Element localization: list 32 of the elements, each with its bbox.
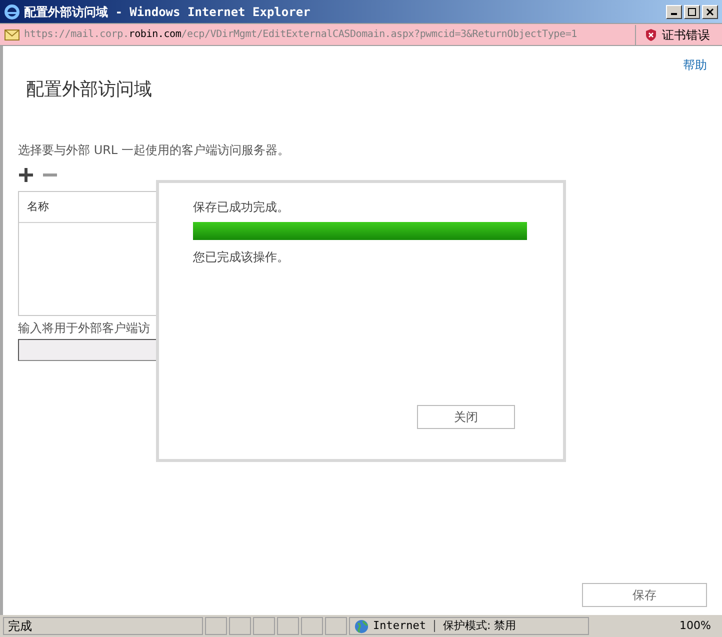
maximize-icon [688, 8, 696, 16]
status-pane [205, 617, 227, 635]
dialog-result: 您已完成该操作。 [193, 249, 290, 266]
status-pane [277, 617, 299, 635]
protected-mode-text: 保护模式: 禁用 [442, 618, 516, 634]
status-text: 完成 [3, 617, 203, 635]
zone-text: Internet [373, 618, 426, 634]
maximize-button[interactable] [684, 4, 700, 18]
address-field[interactable]: https://mail.corp.robin.com/ecp/VDirMgmt/EditExternalCASDomain.aspx?pwmcid=3&ReturnObjectType=1 [24, 27, 631, 42]
close-button[interactable] [702, 4, 718, 18]
browser-icon [4, 4, 20, 20]
globe-icon [354, 618, 369, 634]
close-icon [706, 8, 714, 16]
status-pane [301, 617, 323, 635]
dialog-message: 保存已成功完成。 [193, 199, 290, 216]
zoom-level[interactable]: 100% [672, 618, 719, 634]
minimize-icon [671, 13, 677, 15]
instruction-text: 选择要与外部 URL 一起使用的客户端访问服务器。 [18, 142, 290, 159]
certificate-error-button[interactable]: 证书错误 [635, 24, 718, 44]
window-title: 配置外部访问域 - Windows Internet Explorer [24, 4, 310, 20]
input-label: 输入将用于外部客户端访 [18, 320, 151, 337]
page-icon [4, 28, 20, 42]
shield-icon [644, 28, 658, 42]
save-button[interactable]: 保存 [582, 583, 707, 607]
close-button[interactable]: 关闭 [417, 405, 515, 429]
status-pane [325, 617, 347, 635]
status-pane [229, 617, 251, 635]
status-pane [253, 617, 275, 635]
page-title: 配置外部访问域 [26, 78, 153, 102]
add-icon[interactable] [18, 167, 34, 183]
help-link[interactable]: 帮助 [683, 56, 707, 74]
minimize-button[interactable] [666, 4, 682, 18]
